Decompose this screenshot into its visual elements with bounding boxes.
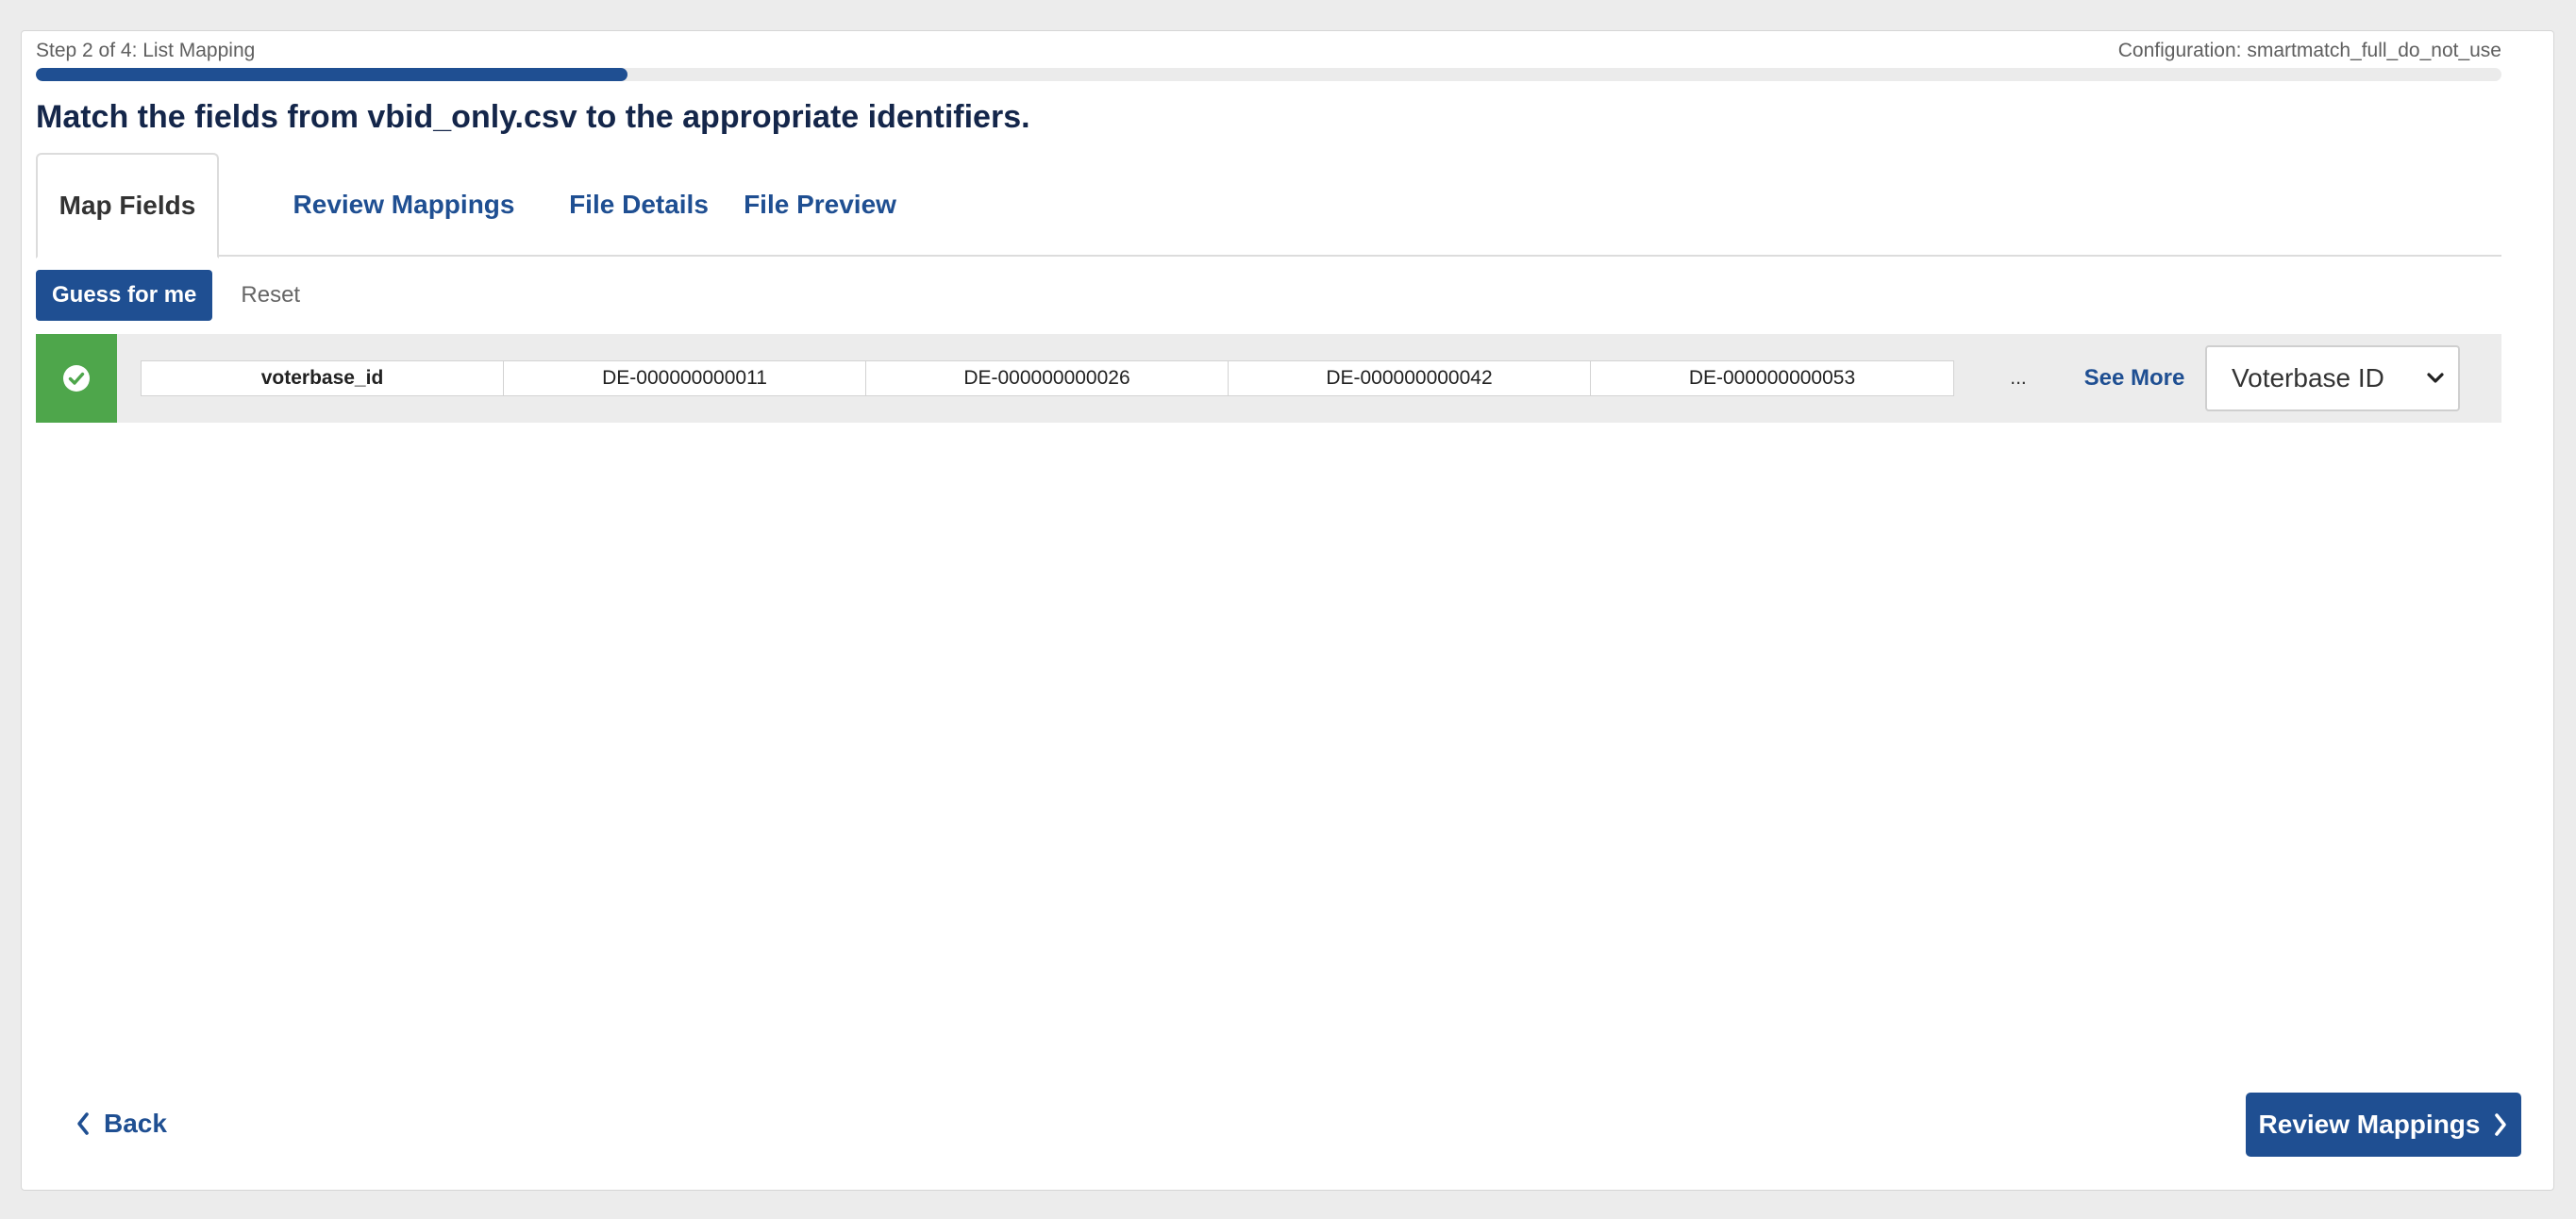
mapped-status-indicator xyxy=(36,334,117,423)
progress-bar-fill xyxy=(36,68,628,81)
chevron-left-icon xyxy=(77,1112,89,1135)
see-more-link[interactable]: See More xyxy=(2083,365,2186,392)
guess-for-me-button[interactable]: Guess for me xyxy=(36,270,213,321)
step-header: Step 2 of 4: List Mapping Configuration:… xyxy=(36,38,2501,64)
configuration-label: Configuration: smartmatch_full_do_not_us… xyxy=(2117,40,2501,61)
check-circle-icon xyxy=(63,365,90,392)
progress-bar xyxy=(36,68,2501,81)
more-values-ellipsis: ... xyxy=(2010,367,2027,389)
step-indicator: Step 2 of 4: List Mapping xyxy=(36,40,256,61)
page-title: Match the fields from vbid_only.csv to t… xyxy=(36,99,1030,135)
mapping-actions: Guess for me Reset xyxy=(36,270,316,321)
sample-value-cell: DE-000000000053 xyxy=(1688,367,1856,389)
tab-map-fields[interactable]: Map Fields xyxy=(36,153,219,259)
sample-value-cell: DE-000000000042 xyxy=(1229,361,1591,395)
reset-button[interactable]: Reset xyxy=(225,270,316,321)
chevron-down-icon xyxy=(2427,373,2444,383)
sample-values-table: voterbase_id DE-000000000011 DE-00000000… xyxy=(141,360,1954,396)
sample-value-cell: DE-000000000011 xyxy=(504,361,866,395)
review-mappings-label: Review Mappings xyxy=(2258,1110,2481,1139)
field-mapping-row: voterbase_id DE-000000000011 DE-00000000… xyxy=(36,334,2501,423)
column-name-cell: voterbase_id xyxy=(142,361,504,395)
back-button[interactable]: Back xyxy=(75,1101,167,1146)
tab-bar: Map Fields Review Mappings File Details … xyxy=(36,153,2501,259)
chevron-right-icon xyxy=(2495,1113,2507,1136)
review-mappings-button[interactable]: Review Mappings xyxy=(2246,1093,2521,1157)
back-label: Back xyxy=(104,1109,167,1138)
identifier-select-value: Voterbase ID xyxy=(2232,363,2384,392)
tab-file-details[interactable]: File Details xyxy=(549,153,728,257)
sample-value-cell: DE-000000000026 xyxy=(866,361,1229,395)
identifier-select[interactable]: Voterbase ID xyxy=(2205,345,2460,411)
tab-review-mappings[interactable]: Review Mappings xyxy=(253,153,555,257)
tab-file-preview[interactable]: File Preview xyxy=(721,153,919,257)
